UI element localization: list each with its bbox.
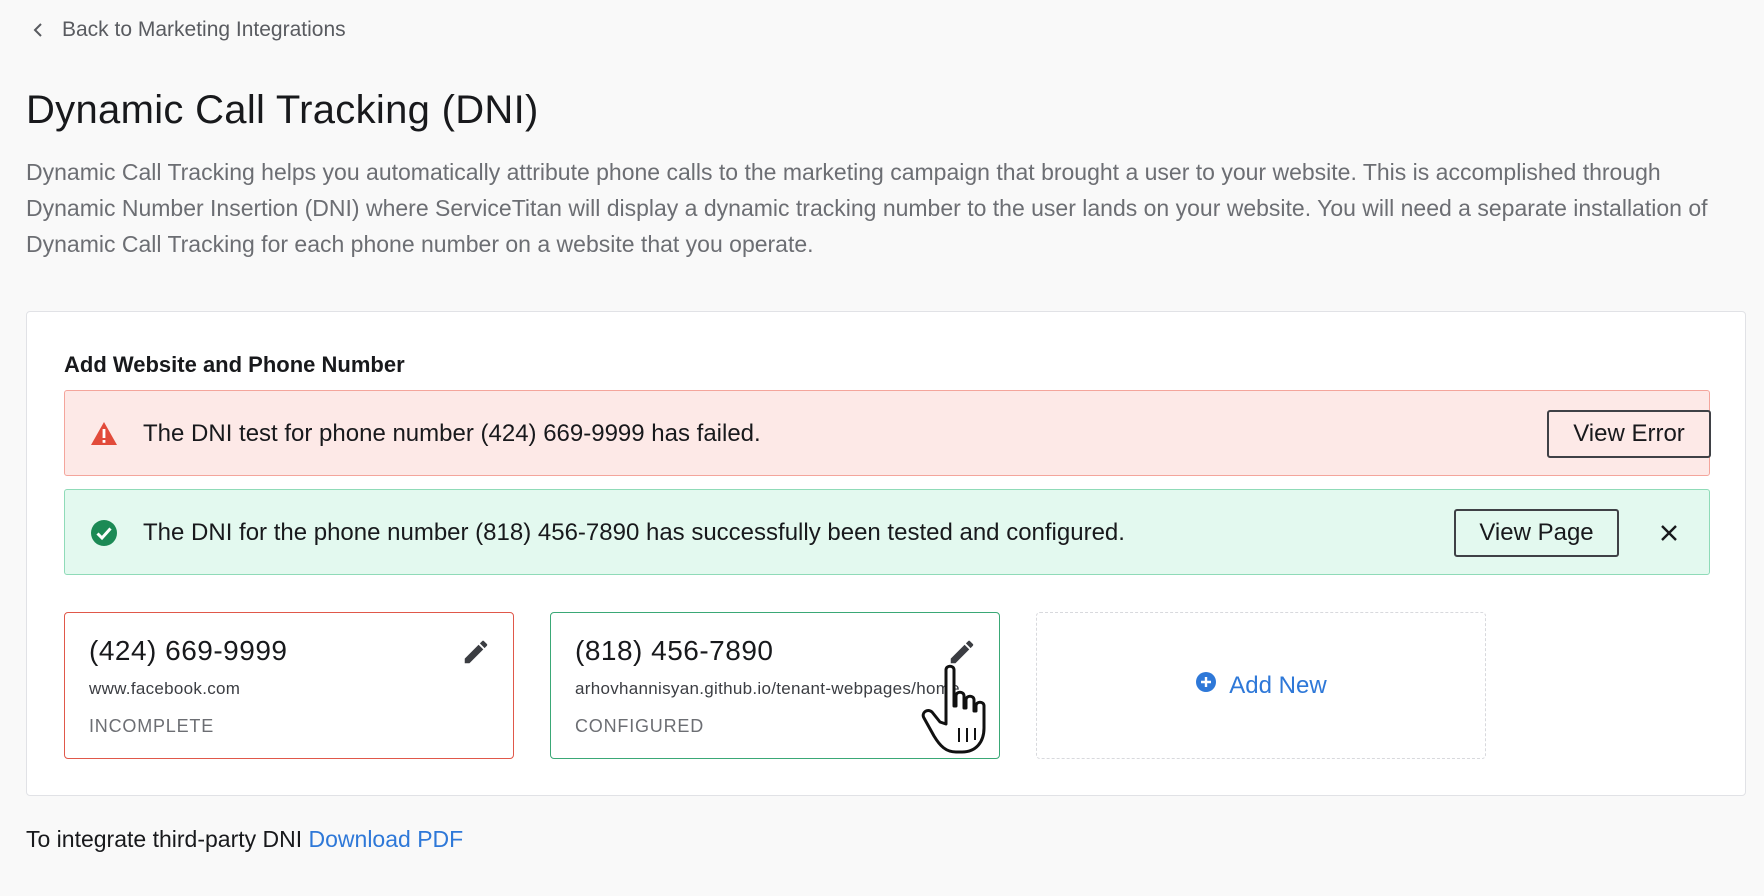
dni-card-incomplete[interactable]: (424) 669-9999 www.facebook.com INCOMPLE… xyxy=(64,612,514,759)
footer-text: To integrate third-party DNI xyxy=(26,826,303,852)
error-alert-text: The DNI test for phone number (424) 669-… xyxy=(143,420,761,447)
card-website: arhovhannisyan.github.io/tenant-webpages… xyxy=(575,679,960,698)
back-link-label: Back to Marketing Integrations xyxy=(62,18,346,41)
view-error-button[interactable]: View Error xyxy=(1547,410,1711,458)
download-pdf-link[interactable]: Download PDF xyxy=(309,826,464,852)
add-new-label: Add New xyxy=(1229,671,1327,699)
close-icon[interactable] xyxy=(1655,519,1683,547)
card-status: CONFIGURED xyxy=(575,716,704,736)
view-page-button[interactable]: View Page xyxy=(1454,509,1619,557)
page-description: Dynamic Call Tracking helps you automati… xyxy=(26,159,1708,257)
card-phone: (424) 669-9999 xyxy=(89,635,288,666)
dni-panel: Add Website and Phone Number The DNI tes… xyxy=(26,311,1746,796)
back-link[interactable]: Back to Marketing Integrations xyxy=(30,18,346,42)
footer-note: To integrate third-party DNI Download PD… xyxy=(26,826,463,853)
add-new-card[interactable]: Add New xyxy=(1036,612,1486,759)
section-title: Add Website and Phone Number xyxy=(64,352,405,377)
card-website: www.facebook.com xyxy=(89,679,241,698)
dni-card-configured[interactable]: (818) 456-7890 arhovhannisyan.github.io/… xyxy=(550,612,1000,759)
error-alert: The DNI test for phone number (424) 669-… xyxy=(64,390,1711,476)
check-circle-icon xyxy=(89,518,119,548)
pencil-icon[interactable] xyxy=(947,637,977,667)
pencil-icon[interactable] xyxy=(461,637,491,667)
warning-triangle-icon xyxy=(89,419,119,449)
card-status: INCOMPLETE xyxy=(89,716,215,736)
plus-circle-icon xyxy=(1195,671,1217,700)
page-title: Dynamic Call Tracking (DNI) xyxy=(26,88,539,132)
success-alert: The DNI for the phone number (818) 456-7… xyxy=(64,489,1710,575)
success-alert-text: The DNI for the phone number (818) 456-7… xyxy=(143,519,1125,546)
card-phone: (818) 456-7890 xyxy=(575,635,774,666)
chevron-left-icon xyxy=(30,21,48,39)
